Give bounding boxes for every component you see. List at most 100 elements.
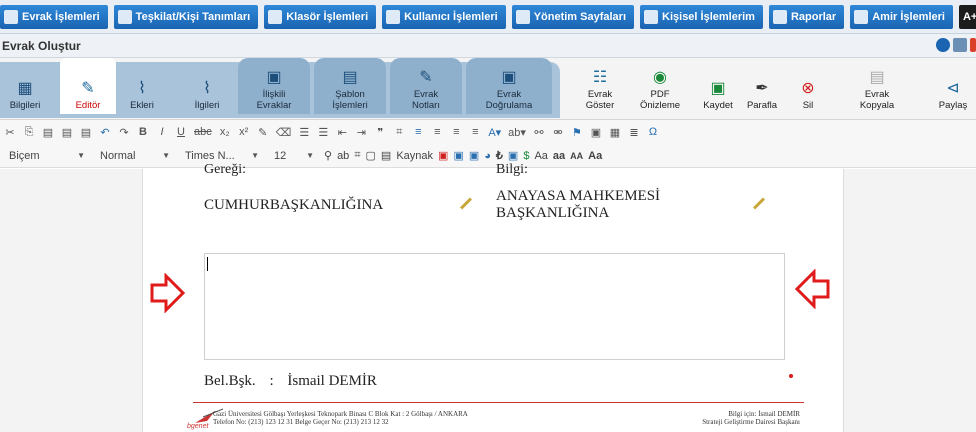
window-title-bar: Evrak Oluştur: [0, 34, 976, 58]
anchor-icon[interactable]: ⚑: [571, 126, 583, 139]
font-increase-button[interactable]: A+: [958, 4, 976, 29]
parafla-button[interactable]: ✒ Parafla: [742, 58, 782, 114]
image-icon[interactable]: ▣: [453, 149, 463, 162]
report-icon: [772, 9, 787, 24]
edit-icon: ✎: [81, 79, 95, 97]
template-icon: ▤: [342, 68, 358, 86]
align-left-icon[interactable]: ≡: [412, 126, 424, 138]
evrak-goster-button[interactable]: ☷ Evrak Göster: [574, 58, 626, 114]
tab-ekleri[interactable]: ⌇ Ekleri: [122, 58, 162, 114]
format-select[interactable]: Normal ▼: [95, 146, 175, 166]
titlecase-button[interactable]: Aa: [588, 150, 602, 162]
editor-toolbar-row-2: Biçem ▼ Normal ▼ Times N... ▼ 12 ▼ ⚲ ab ⌗ ▢ …: [0, 144, 976, 168]
edit-recipient-icon[interactable]: [459, 197, 473, 210]
tab-editor[interactable]: ✎ Editör: [60, 58, 116, 114]
align-right-icon[interactable]: ≡: [450, 126, 462, 138]
tab-sablon-islemleri[interactable]: ▤ Şablon İşlemleri: [314, 58, 386, 114]
view-doc-icon: ☷: [592, 68, 608, 86]
indent-icon[interactable]: ⇥: [355, 126, 367, 139]
superscript-icon[interactable]: x²: [238, 126, 250, 138]
paste-text-icon[interactable]: ▤: [61, 126, 73, 139]
tab-iliskili-evraklar[interactable]: ▣ İlişkili Evraklar: [238, 58, 310, 114]
numbered-list-icon[interactable]: ☰: [298, 126, 310, 139]
outdent-icon[interactable]: ⇤: [336, 126, 348, 139]
format-painter-icon[interactable]: ✎: [257, 126, 269, 139]
underline-icon[interactable]: U: [175, 126, 187, 138]
nav-klasor-islemleri[interactable]: Klasör İşlemleri: [264, 4, 377, 29]
style-select[interactable]: Biçem ▼: [4, 146, 90, 166]
pdf-icon[interactable]: ▣: [438, 149, 448, 162]
blockquote-icon[interactable]: ❞: [374, 126, 386, 139]
text-color-icon[interactable]: A▾: [488, 126, 501, 139]
uppercase-button[interactable]: AA: [570, 151, 583, 161]
evrak-kopyala-button[interactable]: ▤ Evrak Kopyala: [852, 58, 902, 114]
currency-icon[interactable]: $: [523, 150, 529, 162]
lowercase-button[interactable]: aa: [553, 150, 565, 162]
justify-icon[interactable]: ≡: [469, 126, 481, 138]
document-area: Gereği: CUMHURBAŞKANLIĞINA Bilgi: ANAYAS…: [0, 162, 976, 432]
image-icon[interactable]: ▣: [590, 126, 602, 139]
sil-button[interactable]: ⊗ Sil: [790, 58, 826, 114]
window-icon[interactable]: [953, 38, 967, 52]
subscript-icon[interactable]: x₂: [219, 126, 231, 138]
edit-info-icon[interactable]: [752, 197, 766, 210]
link-icon[interactable]: ⚯: [533, 126, 545, 139]
horizontal-rule-icon[interactable]: ≣: [628, 126, 640, 139]
undo-icon[interactable]: ↶: [99, 126, 111, 139]
nav-kullanici-islemleri[interactable]: Kullanıcı İşlemleri: [382, 4, 506, 29]
verify-icon: ▣: [501, 68, 517, 86]
tab-evrak-notlari[interactable]: ✎ Evrak Notları: [390, 58, 462, 114]
kaydet-button[interactable]: ▣ Kaydet: [698, 58, 738, 114]
table-icon[interactable]: ▦: [609, 126, 621, 139]
bold-icon[interactable]: B: [137, 126, 149, 138]
smiley-icon[interactable]: ◕: [484, 150, 491, 162]
copy-icon[interactable]: ⎘: [23, 126, 35, 139]
find-icon[interactable]: ⚲: [324, 149, 332, 162]
tab-evrak-dogrulama[interactable]: ▣ Evrak Doğrulama: [466, 58, 552, 114]
tab-bilgileri[interactable]: ▦ Bilgileri: [0, 58, 50, 114]
nav-yonetim-sayfalari[interactable]: Yönetim Sayfaları: [511, 4, 635, 29]
paste-word-icon[interactable]: ▤: [80, 126, 92, 139]
cut-icon[interactable]: ✂: [4, 126, 16, 139]
show-blocks-icon[interactable]: ▢: [366, 149, 376, 162]
source-button[interactable]: Kaynak: [396, 150, 433, 162]
nav-raporlar[interactable]: Raporlar: [768, 4, 845, 29]
bg-color-icon[interactable]: ab▾: [508, 126, 526, 139]
nav-teskilat-kisi[interactable]: Teşkilat/Kişi Tanımları: [113, 4, 259, 29]
unlink-icon[interactable]: ⚮: [552, 126, 564, 139]
nav-evrak-islemleri[interactable]: Evrak İşlemleri: [0, 4, 108, 29]
chevron-down-icon: ▼: [306, 151, 314, 160]
font-size-select[interactable]: 12 ▼: [269, 146, 319, 166]
select-all-icon[interactable]: ⌗: [354, 149, 360, 162]
nav-amir-islemleri[interactable]: Amir İşlemleri: [850, 4, 953, 29]
footer-contact: Bilgi için: İsmail DEMİR Strateji Gelişt…: [702, 410, 800, 426]
document-body-input[interactable]: [204, 253, 785, 360]
left-arrow-annotation: [794, 269, 830, 309]
remove-format-icon[interactable]: ⌫: [276, 126, 292, 139]
nav-kisisel-islemlerim[interactable]: Kişisel İşlemlerim: [640, 4, 763, 29]
italic-icon[interactable]: I: [156, 126, 168, 138]
user-icon: [386, 9, 401, 24]
paylas-button[interactable]: ⊲ Paylaş: [930, 58, 976, 114]
bullet-list-icon[interactable]: ☰: [317, 126, 329, 139]
paste-icon[interactable]: ▤: [42, 126, 54, 139]
source-icon[interactable]: ▤: [381, 149, 391, 162]
tab-ilgileri[interactable]: ⌇ İlgileri: [184, 58, 230, 114]
recipient-name[interactable]: CUMHURBAŞKANLIĞINA: [204, 197, 383, 214]
picture-icon[interactable]: ▣: [508, 149, 518, 162]
pdf-onizleme-button[interactable]: ◉ PDF Önizleme: [634, 58, 686, 114]
align-center-icon[interactable]: ≡: [431, 126, 443, 138]
help-icon[interactable]: [936, 38, 950, 52]
share-icon: ⊲: [946, 79, 960, 97]
admin-icon: [515, 9, 530, 24]
flash-icon[interactable]: ▣: [469, 149, 479, 162]
close-icon[interactable]: [970, 38, 976, 52]
div-icon[interactable]: ⌗: [393, 126, 405, 139]
redo-icon[interactable]: ↷: [118, 126, 130, 139]
replace-icon[interactable]: ab: [337, 150, 349, 162]
translate-icon[interactable]: Aa: [534, 150, 547, 162]
strikethrough-icon[interactable]: abc: [194, 126, 212, 138]
special-char-icon[interactable]: Ω: [647, 126, 659, 138]
info-recipient[interactable]: ANAYASA MAHKEMESİ BAŞKANLIĞINA: [496, 188, 660, 222]
text-direction-icon[interactable]: ₺: [496, 149, 503, 162]
